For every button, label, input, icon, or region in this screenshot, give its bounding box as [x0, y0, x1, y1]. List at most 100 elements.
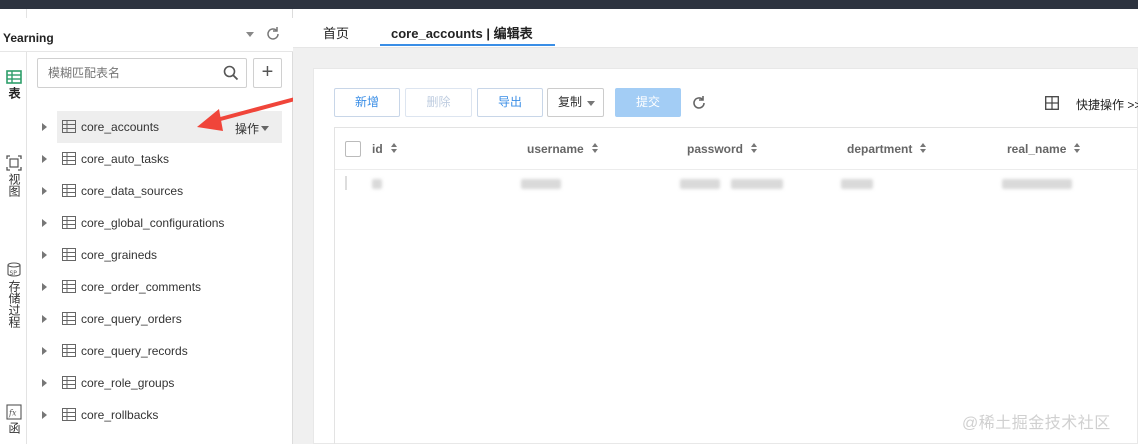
tree-item-label: core_accounts [81, 120, 160, 134]
redacted-cell [680, 179, 720, 189]
refresh-icon[interactable] [265, 26, 281, 42]
tree-item-label: core_query_records [81, 344, 188, 358]
rail-item-procedures[interactable]: SP 存储过程 [0, 262, 27, 328]
column-label: real_name [1007, 142, 1067, 156]
expand-arrow-icon[interactable] [42, 123, 47, 131]
rail-item-functions[interactable]: fx 函 [0, 404, 27, 434]
column-header[interactable]: real_name [1007, 142, 1081, 156]
svg-text:SP: SP [9, 270, 17, 277]
tab-home[interactable]: 首页 [323, 23, 349, 42]
left-icon-rail: 表 视图 SP 存储过程 fx 函 [0, 9, 27, 444]
tree-item[interactable]: core_role_groups [27, 367, 293, 399]
table-icon [62, 376, 76, 389]
delete-button[interactable]: 删除 [405, 88, 472, 117]
rail-label-views: 视图 [7, 173, 21, 197]
column-header[interactable]: username [527, 142, 599, 156]
expand-arrow-icon[interactable] [42, 379, 47, 387]
table-row[interactable] [335, 171, 1138, 199]
submit-button[interactable]: 提交 [615, 88, 681, 117]
tree-item-label: core_query_orders [81, 312, 182, 326]
table-icon [62, 184, 76, 197]
expand-arrow-icon[interactable] [42, 155, 47, 163]
table-icon [62, 152, 76, 165]
expand-arrow-icon[interactable] [42, 187, 47, 195]
tree-item-label: core_rollbacks [81, 408, 159, 422]
sort-icon[interactable] [1073, 143, 1081, 154]
column-label: id [372, 142, 383, 156]
tree-item-label: core_auto_tasks [81, 152, 170, 166]
window-top-bar [0, 0, 1138, 9]
rail-item-views[interactable]: 视图 [0, 155, 27, 197]
function-icon: fx [5, 404, 22, 420]
tree-item-label: core_graineds [81, 248, 158, 262]
tree-item[interactable]: core_query_orders [27, 303, 293, 335]
tree-item[interactable]: core_auto_tasks [27, 143, 293, 175]
edit-table-card: 新增 删除 导出 复制 提交 快捷操作 >> id username passw… [313, 68, 1138, 444]
sort-icon[interactable] [591, 143, 599, 154]
tree-item[interactable]: core_query_records [27, 335, 293, 367]
sort-icon[interactable] [919, 143, 927, 154]
expand-arrow-icon[interactable] [42, 283, 47, 291]
expand-arrow-icon[interactable] [42, 347, 47, 355]
redacted-cell [731, 179, 783, 189]
column-label: password [687, 142, 744, 156]
database-selector[interactable]: Yearning [0, 18, 293, 52]
row-checkbox[interactable] [345, 176, 347, 190]
table-icon [62, 248, 76, 261]
table-icon [62, 120, 76, 133]
redacted-cell [521, 179, 561, 189]
tree-item[interactable]: core_order_comments [27, 271, 293, 303]
sort-icon[interactable] [390, 143, 398, 154]
stored-procedure-icon: SP [6, 262, 21, 277]
table-tree-panel: Yearning + core_accounts 操作 core_auto_ta… [0, 9, 297, 444]
table-grid-icon [5, 70, 22, 84]
expand-arrow-icon[interactable] [42, 315, 47, 323]
column-header[interactable]: id [372, 142, 398, 156]
column-header[interactable]: password [687, 142, 758, 156]
column-header[interactable]: department [847, 142, 927, 156]
tree-item[interactable]: core_global_configurations [27, 207, 293, 239]
table-icon [62, 280, 76, 293]
copy-dropdown-label: 复制 [558, 95, 583, 109]
annotation-arrow-icon [197, 97, 297, 131]
svg-text:fx: fx [8, 409, 17, 418]
tree-item-label: core_order_comments [81, 280, 202, 294]
column-label: username [527, 142, 584, 156]
table-header: id username password department real_nam… [335, 128, 1138, 170]
select-all-checkbox[interactable] [345, 141, 361, 157]
tab-bar: 首页 core_accounts | 编辑表 [293, 9, 1138, 48]
rail-item-tables[interactable]: 表 [0, 69, 27, 99]
view-icon [5, 155, 22, 171]
copy-dropdown[interactable]: 复制 [547, 88, 604, 117]
sort-icon[interactable] [750, 143, 758, 154]
tree-item-label: core_role_groups [81, 376, 175, 390]
tree-item[interactable]: core_graineds [27, 239, 293, 271]
column-label: department [847, 142, 913, 156]
table-tree-list: core_accounts 操作 core_auto_tasks core_da… [27, 111, 293, 431]
quick-operations-link[interactable]: 快捷操作 >> [1076, 96, 1138, 113]
expand-arrow-icon[interactable] [42, 219, 47, 227]
expand-arrow-icon[interactable] [42, 411, 47, 419]
rail-label-procedures: 存储过程 [7, 280, 21, 328]
refresh-icon[interactable] [691, 95, 707, 111]
add-row-button[interactable]: 新增 [334, 88, 400, 117]
tree-item-label: core_global_configurations [81, 216, 225, 230]
table-search-input[interactable] [38, 59, 213, 87]
tree-item[interactable]: core_rollbacks [27, 399, 293, 431]
table-search-box [37, 58, 247, 88]
chevron-down-icon[interactable] [246, 32, 254, 37]
grid-view-icon[interactable] [1045, 96, 1059, 110]
export-button[interactable]: 导出 [477, 88, 543, 117]
expand-arrow-icon[interactable] [42, 251, 47, 259]
table-icon [62, 216, 76, 229]
tree-item-label: core_data_sources [81, 184, 184, 198]
data-table: id username password department real_nam… [334, 127, 1138, 444]
tree-item[interactable]: core_data_sources [27, 175, 293, 207]
rail-label-tables: 表 [7, 87, 21, 99]
rail-label-functions: 函 [7, 422, 21, 434]
chevron-down-icon [587, 101, 595, 106]
watermark-text: @稀土掘金技术社区 [962, 415, 1111, 432]
tab-edit-table[interactable]: core_accounts | 编辑表 [391, 23, 533, 42]
search-icon[interactable] [223, 65, 239, 81]
add-table-button[interactable]: + [253, 58, 282, 88]
